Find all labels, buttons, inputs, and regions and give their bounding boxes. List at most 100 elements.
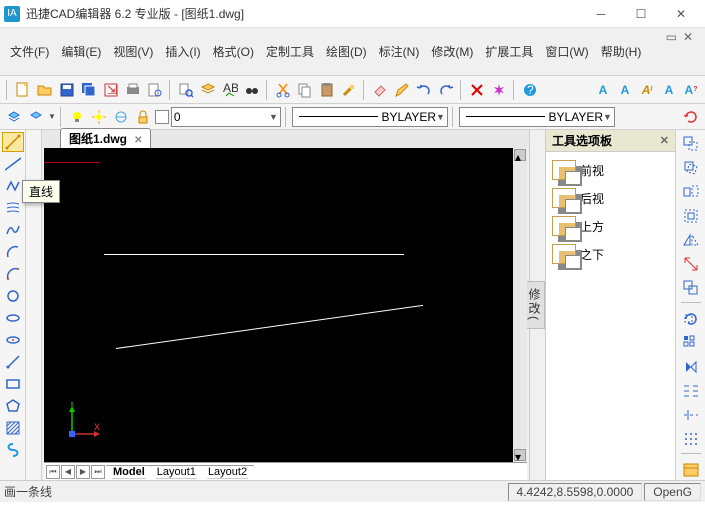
close-button[interactable]: ✕ [661, 0, 701, 28]
tab-nav-next-icon[interactable]: ▶ [76, 465, 90, 479]
ellipse2-tool-icon[interactable] [2, 330, 24, 350]
layer-combo[interactable]: 0 ▼ [171, 107, 281, 127]
ray-tool-icon[interactable] [2, 352, 24, 372]
menu-file[interactable]: 文件(F) [4, 40, 55, 63]
text-a4-icon[interactable]: A [659, 80, 679, 100]
saveall-icon[interactable] [79, 80, 99, 100]
dropdown-arrow-icon[interactable]: ▼ [48, 112, 56, 121]
rotate-icon[interactable] [680, 158, 702, 178]
export-icon[interactable]: ⇲ [101, 80, 121, 100]
match-prop-icon[interactable] [339, 80, 359, 100]
spline-tool-icon[interactable] [2, 220, 24, 240]
arc3p-tool-icon[interactable] [2, 264, 24, 284]
eraser-icon[interactable] [370, 80, 390, 100]
ellipse-tool-icon[interactable] [2, 308, 24, 328]
lineweight-combo[interactable]: BYLAYER ▼ [459, 107, 615, 127]
maximize-button[interactable]: ☐ [621, 0, 661, 28]
move-icon[interactable] [680, 134, 702, 154]
spell-icon[interactable]: ABC [220, 80, 240, 100]
delete-icon[interactable] [467, 80, 487, 100]
hatch-tool-icon[interactable] [2, 418, 24, 438]
cut-icon[interactable] [273, 80, 293, 100]
drawing-canvas[interactable]: Y x ▴▾ [44, 148, 527, 462]
mirror-icon[interactable] [680, 230, 702, 250]
redo-icon[interactable] [436, 80, 456, 100]
construction-line-icon[interactable] [2, 154, 24, 174]
palette-titlebar[interactable]: 工具选项板 ✕ [546, 130, 675, 152]
align-icon[interactable] [680, 182, 702, 202]
offset-icon[interactable] [680, 206, 702, 226]
rectangle-tool-icon[interactable] [2, 374, 24, 394]
palette-item-bottom[interactable]: 之下 [550, 240, 671, 268]
text-a2-icon[interactable]: A [615, 80, 635, 100]
help-icon[interactable]: ? [520, 80, 540, 100]
minimize-button[interactable]: ─ [581, 0, 621, 28]
layout-tab-1[interactable]: Layout1 [150, 465, 203, 479]
side-tab-modify[interactable]: 修改( [524, 281, 545, 329]
save-icon[interactable] [57, 80, 77, 100]
freehand-tool-icon[interactable] [2, 440, 24, 460]
text-a1-icon[interactable]: A [593, 80, 613, 100]
polyline-tool-icon[interactable] [2, 176, 24, 196]
layer-panel-icon[interactable] [680, 460, 702, 480]
text-a5-icon[interactable]: A? [681, 80, 701, 100]
light-on-icon[interactable] [67, 107, 87, 127]
layer-state-icon[interactable] [4, 107, 24, 127]
menu-dimension[interactable]: 标注(N) [373, 40, 426, 63]
undo-icon[interactable] [414, 80, 434, 100]
copy-icon[interactable] [295, 80, 315, 100]
tab-nav-first-icon[interactable]: ⏮ [46, 465, 60, 479]
tab-nav-last-icon[interactable]: ⏭ [91, 465, 105, 479]
line-tool-icon[interactable] [2, 132, 24, 152]
menu-window[interactable]: 窗口(W) [539, 40, 594, 63]
menu-draw[interactable]: 绘图(D) [320, 40, 373, 63]
refresh2-icon[interactable] [680, 309, 702, 329]
new-icon[interactable] [13, 80, 33, 100]
palette-item-back[interactable]: 后视 [550, 184, 671, 212]
layers-icon[interactable] [198, 80, 218, 100]
tab-nav-prev-icon[interactable]: ◀ [61, 465, 75, 479]
mirror2-icon[interactable] [680, 357, 702, 377]
grid-icon[interactable] [680, 429, 702, 449]
palette-item-top[interactable]: 上方 [550, 212, 671, 240]
polygon-tool-icon[interactable] [2, 396, 24, 416]
circle-tool-icon[interactable] [2, 286, 24, 306]
palette-item-front[interactable]: 前视 [550, 156, 671, 184]
copy-tool-icon[interactable] [680, 278, 702, 298]
search-icon[interactable] [176, 80, 196, 100]
layout-tab-model[interactable]: Model [106, 465, 152, 479]
menu-help[interactable]: 帮助(H) [595, 40, 648, 63]
scrollbar-v[interactable]: ▴▾ [513, 148, 527, 462]
binoculars-icon[interactable] [242, 80, 262, 100]
layer-isolate-icon[interactable] [26, 107, 46, 127]
refresh-icon[interactable] [681, 107, 701, 127]
document-tab[interactable]: 图纸1.dwg ✕ [60, 128, 151, 148]
print-icon[interactable] [123, 80, 143, 100]
layout-tab-2[interactable]: Layout2 [201, 465, 254, 479]
tab-close-icon[interactable]: ✕ [134, 135, 142, 146]
break-icon[interactable] [680, 381, 702, 401]
print-preview-icon[interactable] [145, 80, 165, 100]
menu-view[interactable]: 视图(V) [107, 40, 159, 63]
layer-color-swatch[interactable] [155, 110, 169, 124]
text-a3-icon[interactable]: AI [637, 80, 657, 100]
paste-icon[interactable] [317, 80, 337, 100]
explode-icon[interactable] [489, 80, 509, 100]
menu-format[interactable]: 格式(O) [207, 40, 260, 63]
menu-edit[interactable]: 编辑(E) [55, 40, 107, 63]
menu-extended-tools[interactable]: 扩展工具 [479, 40, 539, 63]
doc-close-icon[interactable]: ✕ [683, 30, 693, 44]
edit-icon[interactable] [392, 80, 412, 100]
sun-icon[interactable] [89, 107, 109, 127]
menu-insert[interactable]: 插入(I) [159, 40, 206, 63]
palette-close-icon[interactable]: ✕ [660, 134, 669, 147]
arc-tool-icon[interactable] [2, 242, 24, 262]
array-icon[interactable] [680, 333, 702, 353]
lock-icon[interactable] [133, 107, 153, 127]
menu-modify[interactable]: 修改(M) [425, 40, 479, 63]
multiline-icon[interactable] [2, 198, 24, 218]
open-icon[interactable] [35, 80, 55, 100]
extend-icon[interactable] [680, 405, 702, 425]
stretch-icon[interactable] [680, 254, 702, 274]
doc-minimize-icon[interactable]: ▭ [666, 30, 677, 44]
